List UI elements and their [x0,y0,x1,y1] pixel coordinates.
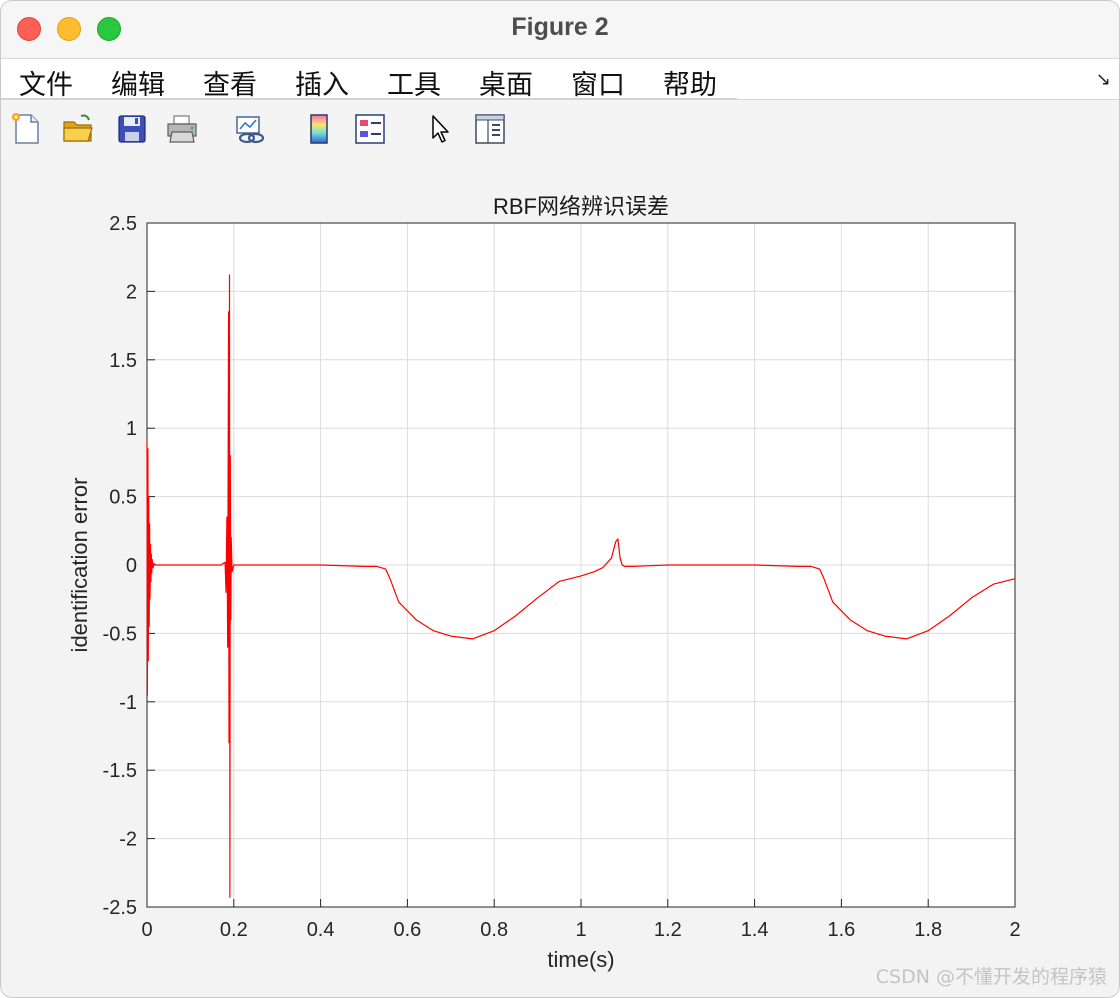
x-tick-label: 1.6 [827,919,855,941]
figure-toolbar [1,99,1119,157]
menu-help[interactable]: 帮助 [663,63,717,102]
x-tick-label: 1.8 [914,919,942,941]
x-tick-label: 1.4 [741,919,769,941]
y-tick-label: 1.5 [109,350,137,372]
x-tick-label: 0.4 [307,919,335,941]
x-axis-label: time(s) [547,947,614,972]
menu-bar: 文件 编辑 查看 插入 工具 桌面 窗口 帮助 ↘ [1,58,1119,102]
figure-window: Figure 2 文件 编辑 查看 插入 工具 桌面 窗口 帮助 ↘ 0 0.2… [0,0,1120,998]
menu-file[interactable]: 文件 [19,63,73,102]
window-title: Figure 2 [511,13,609,41]
x-tick-label: 0.2 [220,919,248,941]
x-tick-label: 0 [141,919,152,941]
edit-plot-arrow-icon[interactable] [423,112,457,146]
x-tick-label: 1.2 [654,919,682,941]
property-inspector-icon[interactable] [473,112,507,146]
y-tick-label: -0.5 [103,623,137,645]
y-tick-label: 1 [126,418,137,440]
y-tick-label: -2 [119,829,137,851]
y-tick-label: -1 [119,692,137,714]
x-tick-label: 1 [575,919,586,941]
x-tick-label: 0.6 [393,919,421,941]
legend-icon[interactable] [353,112,387,146]
colorbar-icon[interactable] [303,112,337,146]
menu-window[interactable]: 窗口 [571,63,625,102]
y-tick-label: 2 [126,281,137,303]
menu-view[interactable]: 查看 [203,63,257,102]
link-plot-icon[interactable] [233,112,267,146]
figure-canvas: 0 0.2 0.4 0.6 0.8 1 1.2 1.4 1.6 1.8 2 -2.5 -2 -1.5 -1 -… [1,156,1119,998]
new-figure-icon[interactable] [9,112,43,146]
menu-insert[interactable]: 插入 [295,63,349,102]
menu-tools[interactable]: 工具 [387,63,441,102]
print-icon[interactable] [165,112,199,146]
y-tick-label: -2.5 [103,897,137,919]
menu-dock-arrow-icon[interactable]: ↘ [1096,69,1111,90]
line-chart[interactable]: 0 0.2 0.4 0.6 0.8 1 1.2 1.4 1.6 1.8 2 -2.5 -2 -1.5 -1 -… [1,156,1119,998]
save-icon[interactable] [115,112,149,146]
chart-title: RBF网络辨识误差 [493,194,669,219]
x-tick-label: 0.8 [480,919,508,941]
menu-desktop[interactable]: 桌面 [479,63,533,102]
menu-edit[interactable]: 编辑 [111,63,165,102]
watermark: CSDN @不懂开发的程序猿 [875,966,1107,988]
open-file-icon[interactable] [61,112,95,146]
y-tick-label: 0.5 [109,487,137,509]
y-tick-label: -1.5 [103,760,137,782]
x-tick-label: 2 [1009,919,1020,941]
title-bar[interactable]: Figure 2 [1,1,1119,57]
y-tick-label: 0 [126,555,137,577]
y-tick-label: 2.5 [109,213,137,235]
y-axis-label: identification error [67,478,92,653]
